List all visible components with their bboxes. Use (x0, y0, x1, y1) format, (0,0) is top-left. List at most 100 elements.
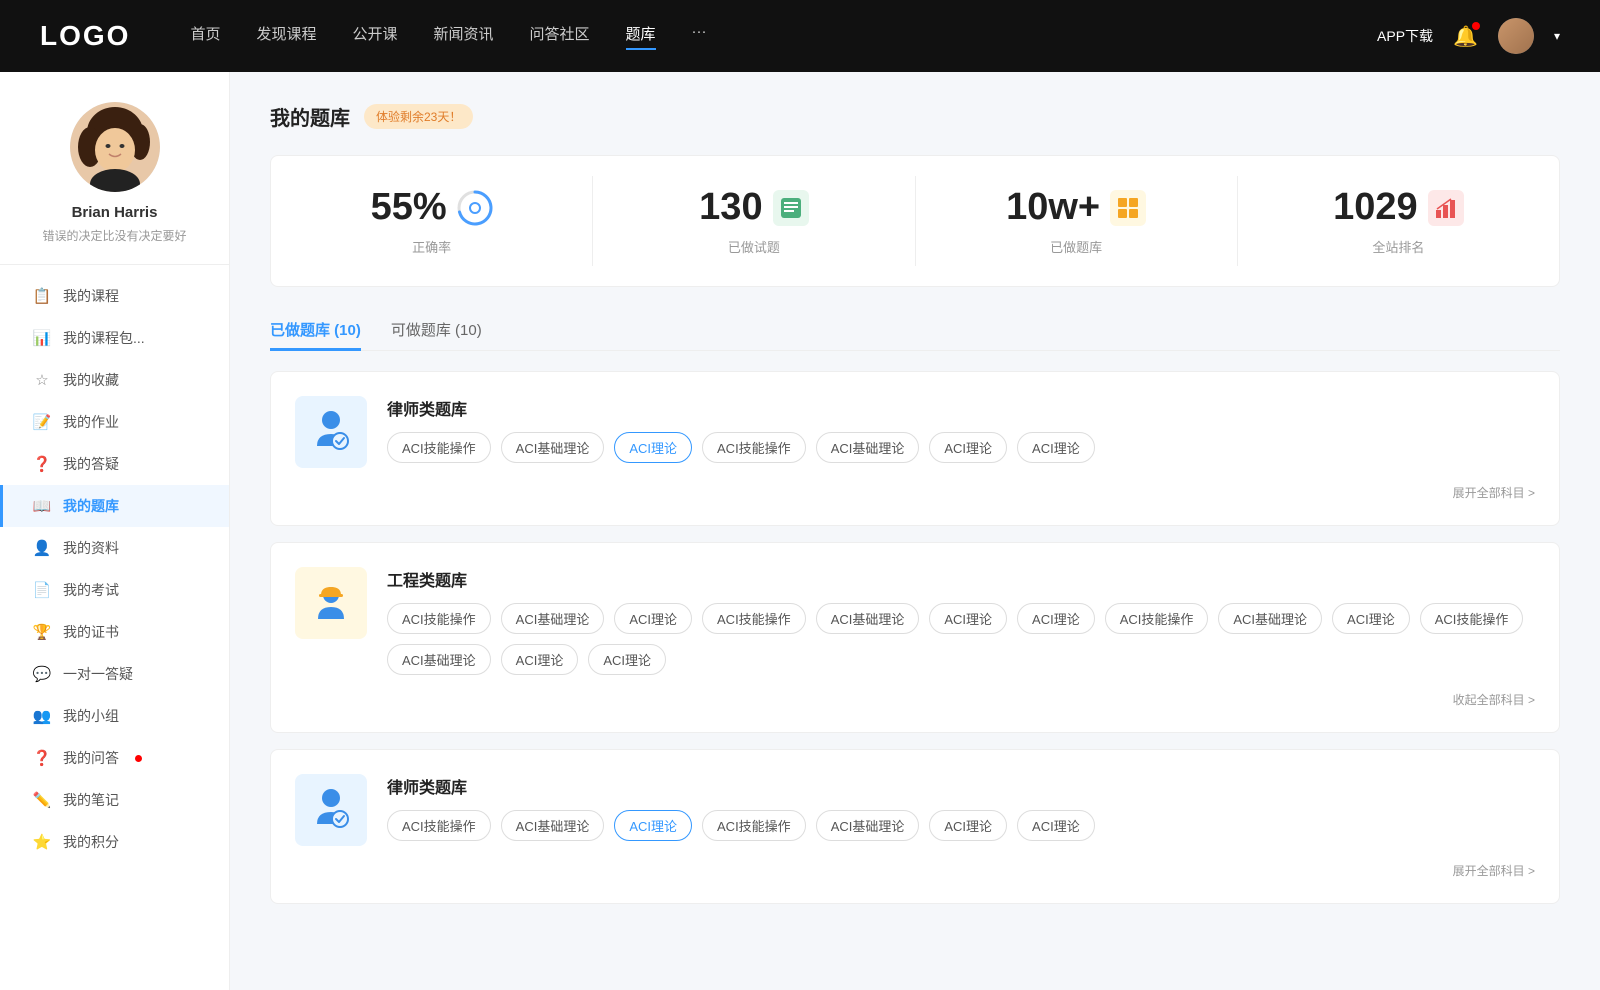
sidebar-item-5[interactable]: 📖 我的题库 (0, 485, 229, 527)
card-2-tag-5[interactable]: ACI理论 (929, 603, 1007, 634)
user-name: Brian Harris (72, 204, 158, 221)
quiz-card-1-expand[interactable]: 展开全部科目 > (295, 484, 1535, 501)
menu-label-8: 我的证书 (63, 622, 119, 642)
sidebar-item-4[interactable]: ❓ 我的答疑 (0, 443, 229, 485)
card-2-tag-10[interactable]: ACI技能操作 (1420, 603, 1524, 634)
stat-done-q-label: 已做试题 (728, 237, 780, 256)
sidebar-item-10[interactable]: 👥 我的小组 (0, 695, 229, 737)
quiz-card-1-icon (295, 396, 367, 468)
nav-qa[interactable]: 问答社区 (530, 23, 590, 50)
done-q-icon (773, 190, 809, 226)
card-2-tag-12[interactable]: ACI理论 (501, 644, 579, 675)
user-avatar-nav[interactable] (1498, 18, 1534, 54)
quiz-cards-container: 律师类题库 ACI技能操作ACI基础理论ACI理论ACI技能操作ACI基础理论A… (270, 371, 1560, 920)
quiz-card-1-tags: ACI技能操作 ACI基础理论 ACI理论 ACI技能操作 ACI基础理论 ACI理论 AC… (387, 432, 1535, 463)
stat-done-banks: 10w+ 已做题库 (916, 176, 1238, 266)
menu-icon-0: 📋 (33, 287, 51, 305)
nav-open-course[interactable]: 公开课 (352, 23, 397, 50)
card-2-tag-13[interactable]: ACI理论 (588, 644, 666, 675)
quiz-card-2-collapse[interactable]: 收起全部科目 > (295, 691, 1535, 708)
card-3-tag-1[interactable]: ACI基础理论 (501, 810, 605, 841)
sidebar-item-2[interactable]: ☆ 我的收藏 (0, 359, 229, 401)
sidebar-item-0[interactable]: 📋 我的课程 (0, 275, 229, 317)
card-2-tag-2[interactable]: ACI理论 (614, 603, 692, 634)
stat-accuracy-value: 55% (371, 186, 447, 229)
sidebar-item-11[interactable]: ❓ 我的问答 (0, 737, 229, 779)
stat-rank: 1029 全站排名 (1238, 176, 1559, 266)
sidebar-item-6[interactable]: 👤 我的资料 (0, 527, 229, 569)
card-2-tag-4[interactable]: ACI基础理论 (816, 603, 920, 634)
navbar-right: APP下载 🔔 ▾ (1377, 18, 1560, 54)
menu-icon-7: 📄 (33, 581, 51, 599)
menu-icon-10: 👥 (33, 707, 51, 725)
nav-home[interactable]: 首页 (190, 23, 220, 50)
card-1-tag-6[interactable]: ACI理论 (1017, 432, 1095, 463)
card-2-tag-0[interactable]: ACI技能操作 (387, 603, 491, 634)
card-3-tag-0[interactable]: ACI技能操作 (387, 810, 491, 841)
card-3-tag-3[interactable]: ACI技能操作 (702, 810, 806, 841)
stats-row: 55% 正确率 130 (270, 155, 1560, 287)
card-1-tag-3[interactable]: ACI技能操作 (702, 432, 806, 463)
main-content: 我的题库 体验剩余23天！ 55% 正确率 (230, 72, 1600, 990)
stat-accuracy-label: 正确率 (412, 237, 451, 256)
card-2-tag-11[interactable]: ACI基础理论 (387, 644, 491, 675)
nav-discover[interactable]: 发现课程 (256, 23, 316, 50)
avatar-svg (70, 102, 160, 192)
menu-label-0: 我的课程 (63, 286, 119, 306)
card-3-tag-4[interactable]: ACI基础理论 (816, 810, 920, 841)
card-3-tag-2[interactable]: ACI理论 (614, 810, 692, 841)
stat-rank-value: 1029 (1333, 186, 1418, 229)
card-1-tag-0[interactable]: ACI技能操作 (387, 432, 491, 463)
sidebar-item-12[interactable]: ✏️ 我的笔记 (0, 779, 229, 821)
app-download[interactable]: APP下载 (1377, 26, 1433, 46)
lawyer-svg (307, 408, 355, 456)
notification-bell[interactable]: 🔔 (1453, 24, 1478, 49)
tab-available[interactable]: 可做题库 (10) (391, 311, 482, 351)
sidebar-item-3[interactable]: 📝 我的作业 (0, 401, 229, 443)
nav-quiz[interactable]: 题库 (626, 23, 656, 50)
user-menu-arrow[interactable]: ▾ (1554, 29, 1560, 43)
menu-dot-11 (135, 755, 142, 762)
menu-label-12: 我的笔记 (63, 790, 119, 810)
menu-label-6: 我的资料 (63, 538, 119, 558)
card-1-tag-4[interactable]: ACI基础理论 (816, 432, 920, 463)
trial-badge: 体验剩余23天！ (364, 104, 473, 129)
sidebar-item-7[interactable]: 📄 我的考试 (0, 569, 229, 611)
done-b-icon (1110, 190, 1146, 226)
menu-label-10: 我的小组 (63, 706, 119, 726)
menu-icon-9: 💬 (33, 665, 51, 683)
stat-done-questions: 130 已做试题 (593, 176, 915, 266)
card-2-tag-6[interactable]: ACI理论 (1017, 603, 1095, 634)
quiz-card-1: 律师类题库 ACI技能操作ACI基础理论ACI理论ACI技能操作ACI基础理论A… (270, 371, 1560, 526)
stat-accuracy: 55% 正确率 (271, 176, 593, 266)
card-2-tag-7[interactable]: ACI技能操作 (1105, 603, 1209, 634)
card-1-tag-5[interactable]: ACI理论 (929, 432, 1007, 463)
sidebar-item-1[interactable]: 📊 我的课程包... (0, 317, 229, 359)
card-1-tag-1[interactable]: ACI基础理论 (501, 432, 605, 463)
quiz-card-3: 律师类题库 ACI技能操作ACI基础理论ACI理论ACI技能操作ACI基础理论A… (270, 749, 1560, 904)
notification-dot (1472, 22, 1480, 30)
quiz-card-3-tags: ACI技能操作 ACI基础理论 ACI理论 ACI技能操作 ACI基础理论 ACI理论 AC… (387, 810, 1535, 841)
card-2-tag-3[interactable]: ACI技能操作 (702, 603, 806, 634)
nav-more[interactable]: ··· (692, 23, 707, 50)
card-2-tag-1[interactable]: ACI基础理论 (501, 603, 605, 634)
stat-rank-label: 全站排名 (1372, 237, 1424, 256)
tab-done[interactable]: 已做题库 (10) (270, 311, 361, 351)
card-1-tag-2[interactable]: ACI理论 (614, 432, 692, 463)
sidebar-item-13[interactable]: ⭐ 我的积分 (0, 821, 229, 863)
quiz-card-1-title: 律师类题库 (387, 396, 1535, 420)
sidebar-item-9[interactable]: 💬 一对一答疑 (0, 653, 229, 695)
card-2-tag-8[interactable]: ACI基础理论 (1218, 603, 1322, 634)
menu-label-4: 我的答疑 (63, 454, 119, 474)
card-3-tag-6[interactable]: ACI理论 (1017, 810, 1095, 841)
sidebar-item-8[interactable]: 🏆 我的证书 (0, 611, 229, 653)
page-title: 我的题库 (270, 102, 350, 131)
nav-news[interactable]: 新闻资讯 (434, 23, 494, 50)
quiz-card-2-tags: ACI技能操作 ACI基础理论 ACI理论 ACI技能操作 ACI基础理论 ACI理论 AC… (387, 603, 1535, 675)
lawyer-svg-3 (307, 786, 355, 834)
menu-label-7: 我的考试 (63, 580, 119, 600)
card-3-tag-5[interactable]: ACI理论 (929, 810, 1007, 841)
logo: LOGO (40, 20, 130, 52)
quiz-card-3-expand[interactable]: 展开全部科目 > (295, 862, 1535, 879)
card-2-tag-9[interactable]: ACI理论 (1332, 603, 1410, 634)
